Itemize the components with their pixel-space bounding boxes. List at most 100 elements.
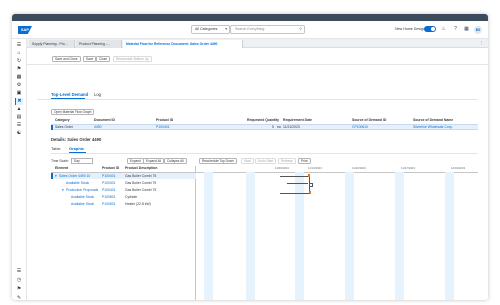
tree-desc: Cylinder: [125, 195, 138, 199]
tab-table[interactable]: Table: [51, 146, 61, 151]
list-icon[interactable]: ☰: [15, 122, 23, 129]
expand-toggle-icon[interactable]: ▾: [62, 188, 64, 192]
cell-unit: ea: [277, 125, 281, 129]
cell-product-id[interactable]: P100401: [156, 125, 170, 129]
release-button[interactable]: Release: [278, 158, 296, 164]
history-icon[interactable]: ↻: [15, 58, 23, 65]
tab-menu-icon[interactable]: ⋮: [478, 39, 485, 46]
tree-product-id[interactable]: P100501: [102, 202, 116, 206]
gantt-bar-production[interactable]: [280, 193, 310, 194]
shell-bar: SAP All Categories ▾ Search Everything ⚲…: [12, 21, 488, 39]
undo-start-button[interactable]: Undo Start: [255, 158, 277, 164]
tab-top-level-demand[interactable]: Top-Level Demand: [51, 92, 88, 97]
weekend-stripe: [345, 172, 354, 300]
tab-material-flow[interactable]: Material Flow for Reference Document: Sa…: [123, 40, 243, 48]
save-close-button[interactable]: Save and Close: [52, 56, 81, 62]
tree-row[interactable]: Available Stock P100801 Cylinder: [51, 194, 196, 200]
edit-icon[interactable]: ✎: [15, 295, 23, 300]
col-source-name: Source of Demand Name: [413, 118, 454, 122]
search-icon[interactable]: ⚲: [299, 26, 302, 33]
document-icon[interactable]: ▤: [15, 114, 23, 121]
search-input[interactable]: Search Everything ⚲: [230, 25, 305, 34]
cell-source-id[interactable]: CP100610: [352, 125, 368, 129]
collapse-all-button[interactable]: Collapse All: [164, 158, 187, 164]
time-scale-select[interactable]: Day: [71, 158, 93, 164]
gantt-marker[interactable]: [309, 191, 311, 194]
tree-row[interactable]: Available Stock P100501 Heater (22.8 kW): [51, 201, 196, 207]
bookmark-icon[interactable]: ⚑: [15, 66, 23, 73]
cell-document-id[interactable]: 4490: [94, 125, 102, 129]
page-toolbar: Save and Close Save Close Reschedule Bot…: [27, 48, 488, 65]
document-tab-bar: Supply Planning - Pro... Product Plannin…: [27, 39, 488, 48]
tree-element[interactable]: Available Stock: [71, 195, 94, 199]
tab-graphic[interactable]: Graphic: [69, 146, 84, 151]
date-label: 11/06/2023: [275, 166, 289, 170]
col-category: Category: [55, 118, 70, 122]
calendar-icon[interactable]: ▣: [15, 90, 23, 97]
settings-icon[interactable]: ⚙: [15, 82, 23, 89]
home-icon[interactable]: ⌂: [15, 50, 23, 57]
save-button[interactable]: Save: [83, 56, 97, 62]
apps-icon[interactable]: ▦: [463, 26, 470, 33]
close-button[interactable]: Close: [96, 56, 111, 62]
browser-chrome: [12, 14, 488, 21]
flag-icon[interactable]: ⚑: [15, 286, 23, 293]
date-label: 12/04/2023: [451, 166, 465, 170]
tree-element[interactable]: Production Proposals: [66, 188, 98, 192]
gantt-chart[interactable]: 11/06/2023 11/13/2023 11/20/2023 11/27/2…: [196, 166, 478, 300]
chevron-down-icon: ▾: [225, 27, 227, 31]
tree-desc: Gas Boiler Combi 75: [125, 174, 157, 178]
reschedule-bottom-up-button[interactable]: Reschedule Bottom Up: [113, 56, 152, 62]
tree-product-id[interactable]: P100801: [102, 195, 116, 199]
weekend-stripe: [204, 172, 213, 300]
avatar[interactable]: BS: [474, 26, 482, 34]
category-select-label: All Categories: [195, 27, 218, 31]
gantt-bar-sales-order[interactable]: [280, 176, 308, 177]
expand-all-button[interactable]: Expand All: [143, 158, 165, 164]
divider: [51, 153, 478, 154]
date-label: 11/13/2023: [308, 166, 322, 170]
tree-element[interactable]: Available Stock: [71, 202, 94, 206]
sap-logo[interactable]: SAP: [18, 26, 32, 34]
grid-icon[interactable]: ▦: [15, 74, 23, 81]
tab-log[interactable]: Log: [94, 92, 101, 97]
tree-product-id[interactable]: P100401: [102, 188, 116, 192]
open-material-flow-graph-button[interactable]: Open Material Flow Graph: [51, 109, 95, 115]
cell-quantity: 5: [272, 125, 274, 129]
start-button[interactable]: Start: [241, 158, 254, 164]
print-button[interactable]: Print: [298, 158, 311, 164]
cell-category: Sales Order: [55, 125, 74, 129]
reschedule-top-down-button[interactable]: Reschedule Top Down: [199, 158, 237, 164]
new-home-design-toggle[interactable]: [424, 26, 436, 32]
gantt-bar-available-stock[interactable]: [287, 183, 308, 184]
cell-source-name[interactable]: Silverline Wholesale Corp.: [413, 125, 453, 129]
tree-row[interactable]: ▾ Sales Order 4490 10 P100401 Gas Boiler…: [51, 173, 196, 179]
tree-desc: Gas Boiler Combi 75: [125, 188, 157, 192]
time-scale-value: Day: [74, 159, 80, 163]
gantt-link: [309, 183, 313, 187]
tree-row[interactable]: Available Stock P100401 Gas Boiler Combi…: [51, 180, 196, 186]
app-window: SAP All Categories ▾ Search Everything ⚲…: [12, 14, 488, 300]
share-icon[interactable]: ☯: [15, 130, 23, 137]
tree-element[interactable]: Sales Order 4490 10: [59, 174, 90, 178]
tab-product-planning[interactable]: Product Planning -...: [76, 40, 122, 48]
chart-icon[interactable]: ▲: [15, 106, 23, 113]
category-select[interactable]: All Categories ▾: [191, 25, 230, 34]
menu-icon[interactable]: ☰: [15, 42, 23, 49]
bell-icon[interactable]: ♨: [440, 26, 447, 33]
tree-product-id[interactable]: P100401: [102, 181, 116, 185]
tree-element[interactable]: Available Stock: [66, 181, 89, 185]
date-label: 11/27/2023: [401, 166, 415, 170]
tree-row[interactable]: ▾ Production Proposals P100401 Gas Boile…: [51, 187, 196, 193]
clock-icon[interactable]: ◷: [15, 277, 23, 284]
planning-icon[interactable]: ✖: [15, 98, 23, 105]
tab-supply-planning[interactable]: Supply Planning - Pro...: [29, 40, 75, 48]
time-scale-label: Time Scale:: [51, 159, 69, 163]
list-bottom-icon[interactable]: ☰: [15, 268, 23, 275]
tree-product-id[interactable]: P100401: [102, 174, 116, 178]
help-icon[interactable]: ?: [452, 26, 459, 33]
expand-toggle-icon[interactable]: ▾: [55, 174, 57, 178]
weekend-stripe: [246, 172, 255, 300]
expand-button[interactable]: Expand: [127, 158, 144, 164]
main-content: Save and Close Save Close Reschedule Bot…: [27, 48, 488, 300]
